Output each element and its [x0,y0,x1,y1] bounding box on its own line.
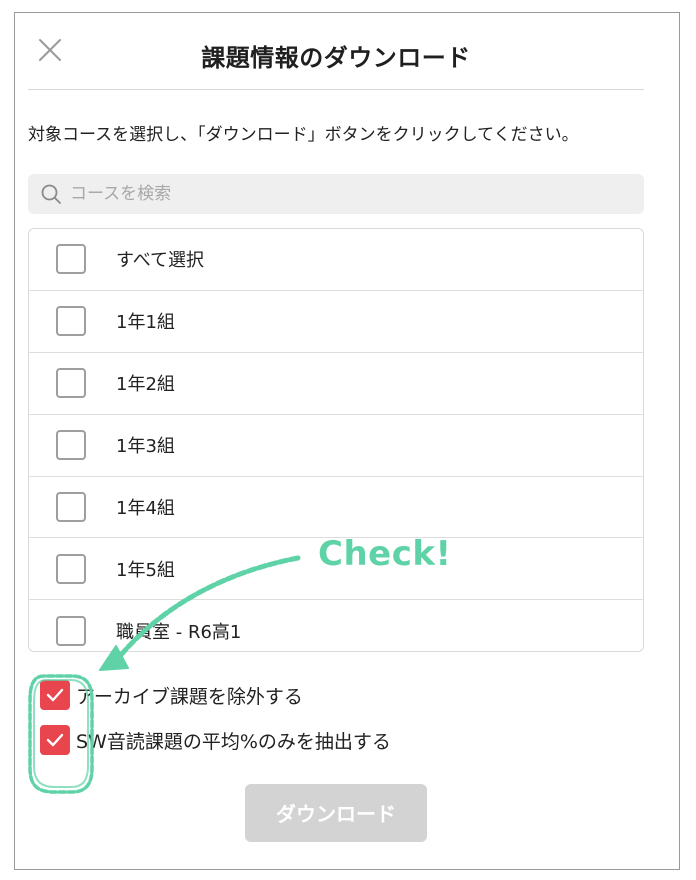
select-all-row[interactable]: すべて選択 [29,229,643,291]
list-item[interactable]: 1年3組 [29,415,643,477]
exclude-archived-option[interactable]: アーカイブ課題を除外する [28,678,303,712]
course-search[interactable] [28,174,644,214]
sw-average-option[interactable]: SW音読課題の平均%のみを抽出する [28,723,391,757]
header-divider [28,89,644,90]
list-item[interactable]: 1年1組 [29,291,643,353]
sw-average-checkbox[interactable] [40,725,70,755]
course-list: すべて選択 1年1組 1年2組 1年3組 1年4組 1年5組 職員室 - R6高… [28,228,644,652]
course-checkbox[interactable] [56,306,86,337]
search-input[interactable] [68,183,612,205]
instruction-text: 対象コースを選択し、「ダウンロード」ボタンをクリックしてください。 [28,125,579,145]
course-label: 1年3組 [116,436,175,458]
course-label: 1年5組 [116,559,175,581]
list-item[interactable]: 1年4組 [29,477,643,539]
dialog-title: 課題情報のダウンロード [201,44,471,72]
annotation-label: Check! [318,534,452,574]
checkmark-icon [46,688,64,702]
dialog-header: 課題情報のダウンロード [28,18,644,88]
course-label: 1年4組 [116,498,175,519]
exclude-archived-checkbox[interactable] [40,680,70,710]
course-checkbox[interactable] [56,492,86,522]
course-checkbox[interactable] [56,616,86,647]
checkmark-icon [46,733,64,747]
list-item[interactable]: 職員室 - R6高1 [29,600,643,651]
list-item[interactable]: 1年2組 [29,353,643,415]
course-checkbox[interactable] [56,430,86,461]
course-label: 1年1組 [116,312,175,334]
select-all-checkbox[interactable] [56,244,86,275]
download-button[interactable]: ダウンロード [245,784,427,842]
exclude-archived-label: アーカイブ課題を除外する [76,685,303,708]
sw-average-label: SW音読課題の平均%のみを抽出する [76,730,391,753]
course-checkbox[interactable] [56,368,86,399]
select-all-label: すべて選択 [116,250,205,272]
search-icon [41,184,61,204]
course-checkbox[interactable] [56,553,86,584]
course-label: 職員室 - R6高1 [116,622,242,644]
course-label: 1年2組 [116,374,175,396]
